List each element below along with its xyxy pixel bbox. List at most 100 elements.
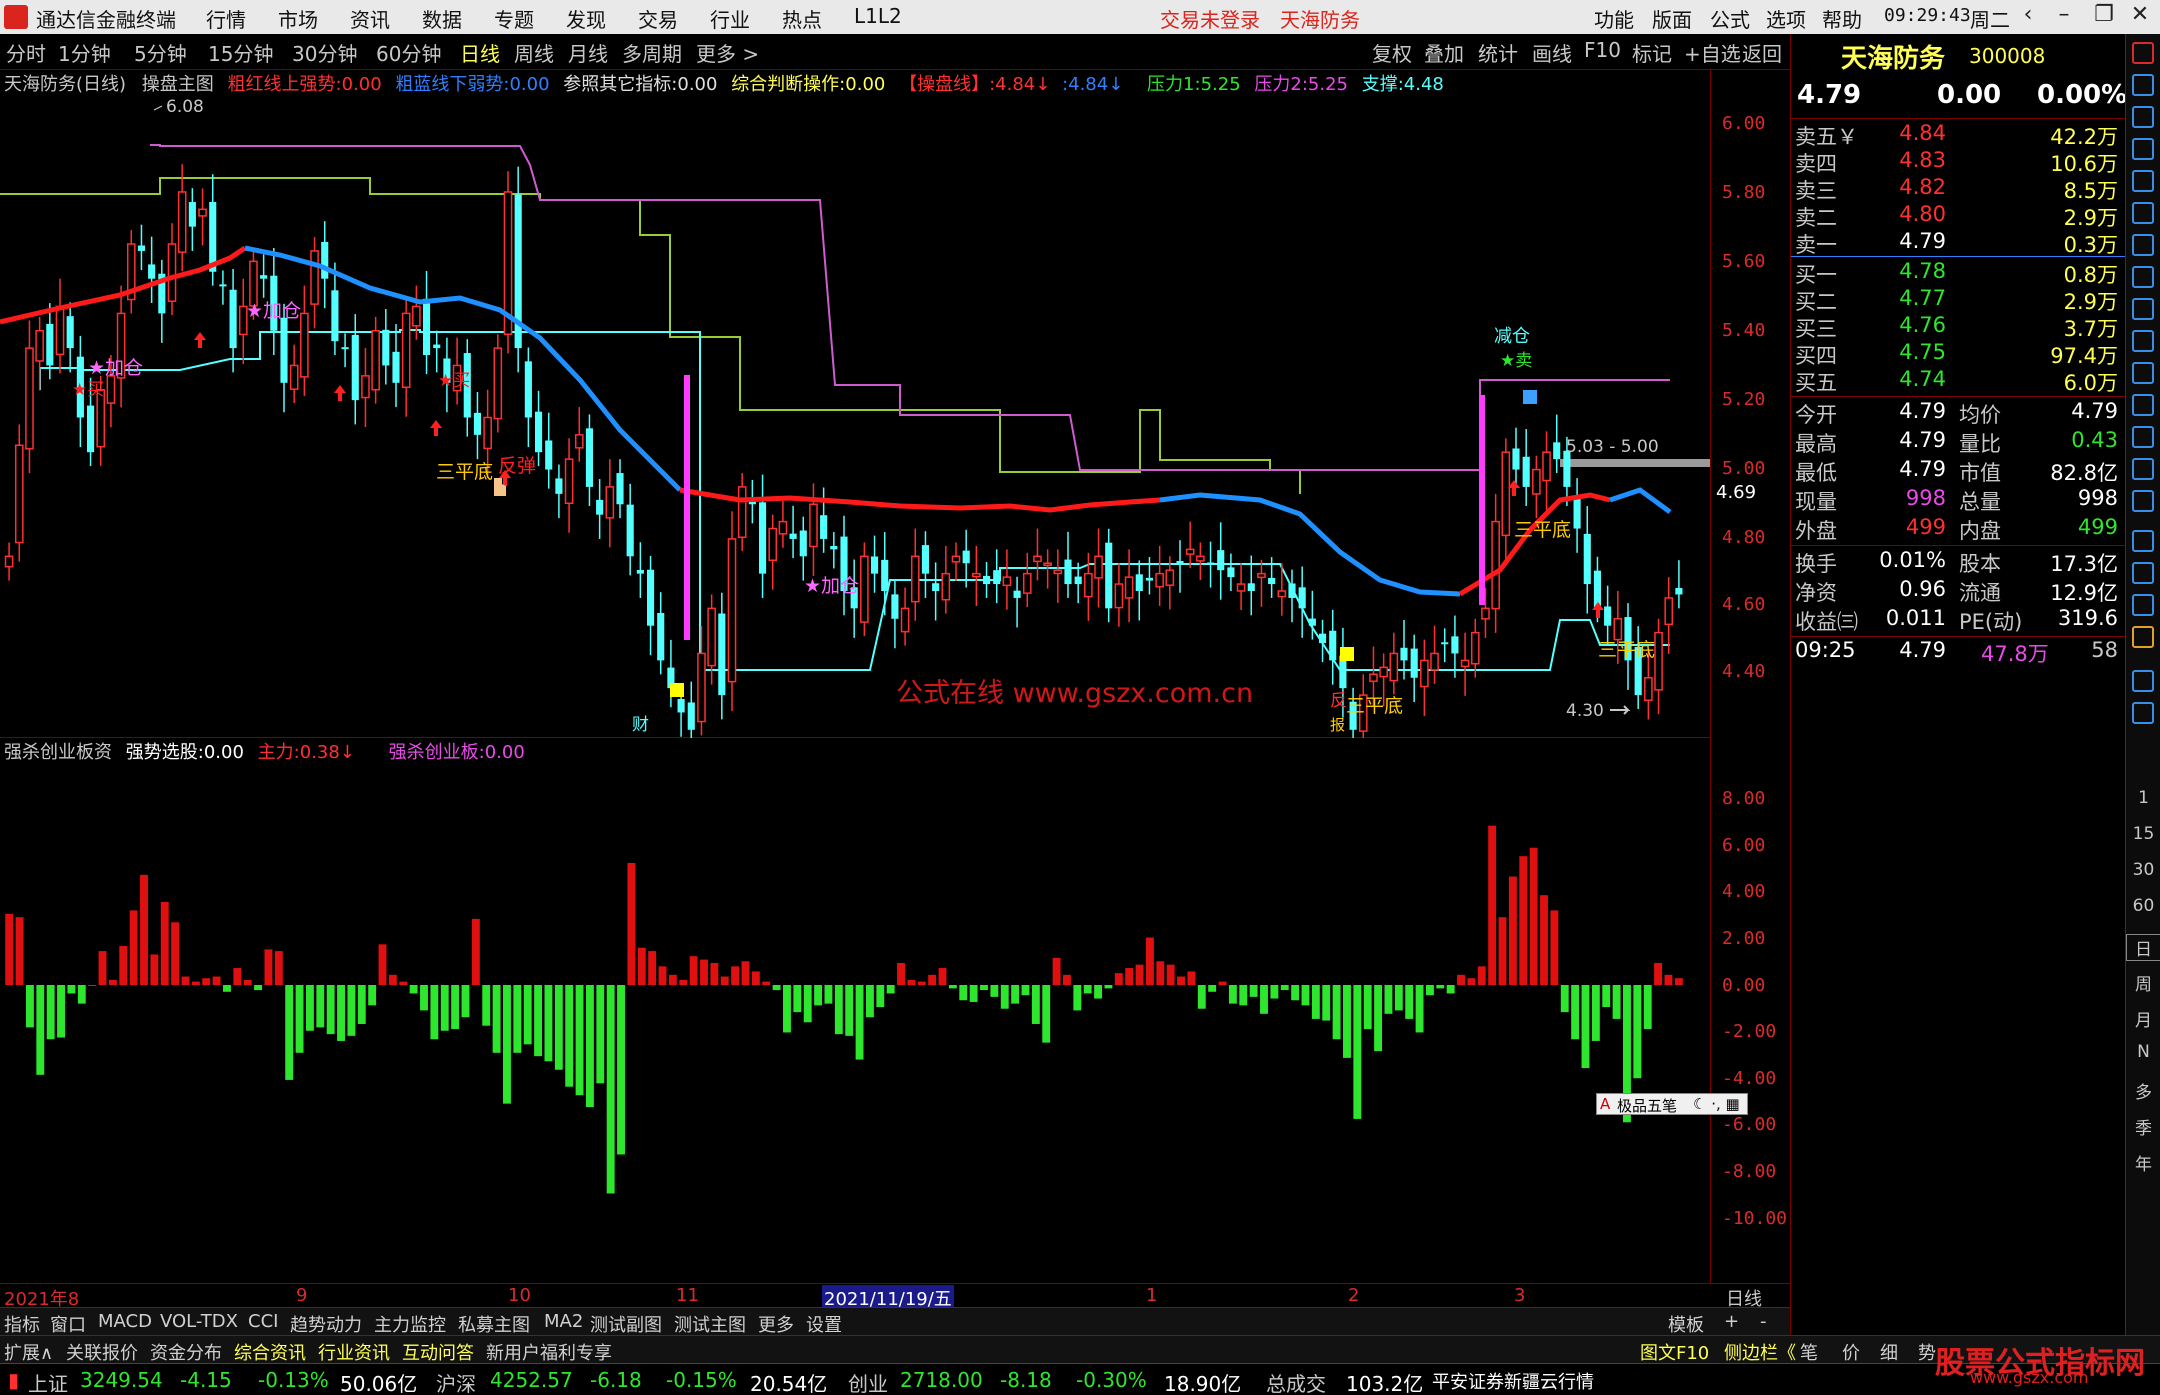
ext-tick[interactable]: 笔 [1800, 1339, 1818, 1365]
tab-settings[interactable]: 设置 [806, 1311, 842, 1337]
tab-vol-tdx[interactable]: VOL-TDX [160, 1311, 238, 1332]
menu-help[interactable]: 帮助 [1822, 4, 1862, 33]
news-icon[interactable] [2132, 362, 2154, 384]
back-icon[interactable]: ‹ [2010, 2, 2046, 32]
menu-hq[interactable]: 行情 [206, 4, 246, 33]
sell-row-1[interactable]: 卖一 4.79 0.3万 [1791, 229, 2126, 257]
menu-l1l2[interactable]: L1L2 [854, 4, 902, 28]
btn-overlay[interactable]: 叠加 [1424, 38, 1464, 67]
tool-month[interactable]: 月 [2126, 1006, 2160, 1031]
tab-period-daily[interactable]: 日线 [460, 38, 500, 67]
sh-label[interactable]: 上证 [28, 1368, 68, 1395]
btn-return[interactable]: 返回 [1742, 38, 1782, 67]
menu-hot[interactable]: 热点 [782, 4, 822, 33]
btn-restore-rights[interactable]: 复权 [1372, 38, 1412, 67]
ext-new-user[interactable]: 新用户福利专享 [486, 1339, 612, 1365]
table-icon[interactable] [2132, 202, 2154, 224]
tab-period-more[interactable]: 更多 > [696, 38, 759, 67]
tab-ma2[interactable]: MA2 [544, 1311, 583, 1332]
sub-indicator-chart[interactable]: 强杀创业板资 强势选股:0.00 主力:0.38↓ 强杀创业板:0.00 [0, 738, 1710, 1283]
ext-industry-news[interactable]: 行业资讯 [318, 1339, 390, 1365]
fz-icon[interactable] [2132, 426, 2154, 448]
menu-options[interactable]: 选项 [1766, 4, 1806, 33]
sz-label[interactable]: 沪深 [436, 1368, 476, 1395]
arrows-icon[interactable] [2132, 594, 2154, 616]
btn-add-pane[interactable]: + [1724, 1311, 1739, 1332]
calc-icon[interactable] [2132, 458, 2154, 480]
chart-icon[interactable] [2132, 138, 2154, 160]
ime-moon-icon[interactable]: ☾ ·, ▦ [1693, 1095, 1740, 1113]
buy-row-2[interactable]: 买二 4.77 2.9万 [1791, 286, 2126, 314]
tick-row[interactable]: 09:25 4.79 47.8万 58 [1791, 638, 2126, 666]
tool-1min[interactable]: 1 [2126, 788, 2160, 808]
tab-period-5min[interactable]: 5分钟 [134, 38, 187, 67]
plus-chart-icon[interactable] [2132, 702, 2154, 724]
buy-row-5[interactable]: 买五 4.74 6.0万 [1791, 367, 2126, 395]
tab-trend-power[interactable]: 趋势动力 [290, 1311, 362, 1337]
clock-icon[interactable] [2132, 490, 2154, 512]
buy-row-1[interactable]: 买一 4.78 0.8万 [1791, 259, 2126, 287]
sell-row-3[interactable]: 卖三 4.82 8.5万 [1791, 175, 2126, 203]
rsi-icon[interactable] [2132, 562, 2154, 584]
restore-icon[interactable]: ❐ [2086, 2, 2122, 32]
ext-detail[interactable]: 细 [1880, 1339, 1898, 1365]
indicator-bars-canvas[interactable] [0, 738, 1710, 1283]
trend-icon[interactable] [2132, 234, 2154, 256]
btn-draw[interactable]: 画线 [1532, 38, 1572, 67]
tab-indicator[interactable]: 指标 [4, 1311, 40, 1337]
tab-more[interactable]: 更多 [758, 1311, 794, 1337]
cy-label[interactable]: 创业 [848, 1368, 888, 1395]
menu-discover[interactable]: 发现 [566, 4, 606, 33]
close-icon[interactable]: ✕ [2122, 2, 2158, 32]
btn-template[interactable]: 模板 [1668, 1311, 1704, 1337]
rs-icon[interactable] [2132, 530, 2154, 552]
up-icon[interactable] [2132, 106, 2154, 128]
sell-row-2[interactable]: 卖二 4.80 2.9万 [1791, 202, 2126, 230]
tab-main-monitor[interactable]: 主力监控 [374, 1311, 446, 1337]
tab-period-60min[interactable]: 60分钟 [376, 38, 441, 67]
kline-icon[interactable] [2132, 266, 2154, 288]
tab-period-intraday[interactable]: 分时 [6, 38, 46, 67]
tab-period-1min[interactable]: 1分钟 [58, 38, 111, 67]
sell-row-4[interactable]: 卖四 4.83 10.6万 [1791, 148, 2126, 176]
sell-row-5[interactable]: 卖五￥ 4.84 42.2万 [1791, 121, 2126, 149]
tool-30min[interactable]: 30 [2126, 860, 2160, 880]
login-status[interactable]: 交易未登录 [1160, 4, 1260, 33]
main-kline-chart[interactable]: 天海防务(日线) 操盘主图 粗红线上强势:0.00 粗蓝线下弱势:0.00 参照… [0, 70, 1710, 738]
tool-season[interactable]: 季 [2126, 1114, 2160, 1139]
menu-layout[interactable]: 版面 [1652, 4, 1692, 33]
tool-year[interactable]: 年 [2126, 1150, 2160, 1175]
tool-week[interactable]: 周 [2126, 970, 2160, 995]
menu-function[interactable]: 功能 [1594, 4, 1634, 33]
btn-add-favorite[interactable]: +自选 [1684, 38, 1741, 67]
ext-price[interactable]: 价 [1842, 1339, 1860, 1365]
ext-qa[interactable]: 互动问答 [402, 1339, 474, 1365]
tool-60min[interactable]: 60 [2126, 896, 2160, 916]
ext-related-quote[interactable]: 关联报价 [66, 1339, 138, 1365]
tab-period-monthly[interactable]: 月线 [568, 38, 608, 67]
tool-multi[interactable]: 多 [2126, 1078, 2160, 1103]
btn-stats[interactable]: 统计 [1478, 38, 1518, 67]
menu-topic[interactable]: 专题 [494, 4, 534, 33]
menu-formula[interactable]: 公式 [1710, 4, 1750, 33]
ext-trend[interactable]: 势 [1918, 1339, 1936, 1365]
btn-remove-pane[interactable]: - [1760, 1311, 1767, 1332]
tab-test-main[interactable]: 测试主图 [674, 1311, 746, 1337]
tab-period-15min[interactable]: 15分钟 [208, 38, 273, 67]
fs-icon[interactable] [2132, 670, 2154, 692]
ext-fund-dist[interactable]: 资金分布 [150, 1339, 222, 1365]
menu-market[interactable]: 市场 [278, 4, 318, 33]
list-icon[interactable] [2132, 170, 2154, 192]
buy-row-3[interactable]: 买三 4.76 3.7万 [1791, 313, 2126, 341]
tab-macd[interactable]: MACD [98, 1311, 152, 1332]
close-panel-icon[interactable] [2132, 42, 2154, 64]
f10-icon[interactable] [2132, 330, 2154, 352]
tool-n[interactable]: N [2126, 1042, 2160, 1062]
tab-period-weekly[interactable]: 周线 [514, 38, 554, 67]
ext-expand[interactable]: 扩展∧ [4, 1339, 53, 1365]
ext-general-news[interactable]: 综合资讯 [234, 1339, 306, 1365]
menu-industry[interactable]: 行业 [710, 4, 750, 33]
menu-news[interactable]: 资讯 [350, 4, 390, 33]
grid-icon[interactable] [2132, 298, 2154, 320]
ime-toolbar[interactable]: A 极品五笔 ☾ ·, ▦ [1596, 1093, 1748, 1115]
